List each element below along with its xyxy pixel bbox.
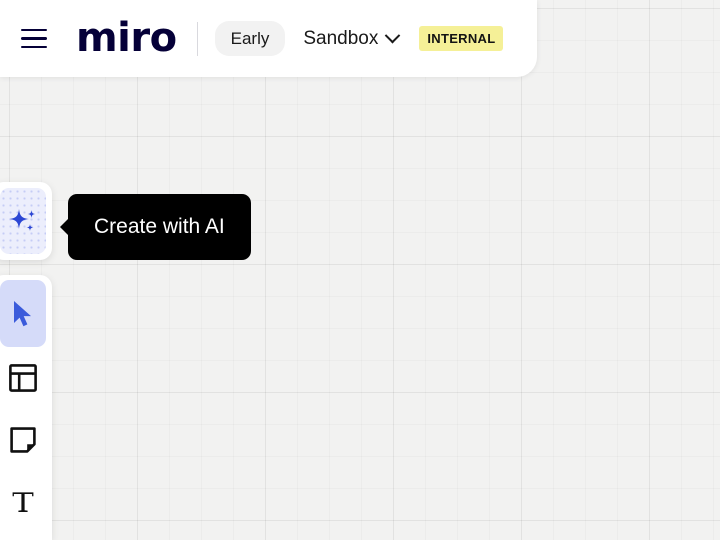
hamburger-bar: [21, 37, 47, 40]
tool-templates[interactable]: [0, 347, 46, 409]
tool-sticky-note[interactable]: [0, 409, 46, 471]
header-divider: [196, 21, 198, 56]
main-toolbar: [0, 275, 52, 540]
miro-logo[interactable]: miro: [76, 18, 177, 58]
template-layout-icon: [9, 364, 37, 392]
ai-sparkle-icon: [9, 209, 36, 231]
tool-select[interactable]: [0, 280, 46, 347]
board-canvas[interactable]: miro Early Sandbox INTERNAL Create with …: [0, 0, 720, 540]
create-with-ai-tooltip: Create with AI: [60, 194, 251, 260]
early-badge[interactable]: Early: [214, 21, 286, 56]
tool-text[interactable]: [0, 471, 46, 533]
project-selector[interactable]: Sandbox: [303, 27, 401, 50]
cursor-arrow-icon: [14, 300, 31, 326]
top-header-bar: miro Early Sandbox INTERNAL: [0, 0, 537, 77]
ai-tool-panel: [0, 182, 52, 260]
text-tool-icon: [12, 492, 34, 512]
sticky-note-icon: [10, 427, 36, 453]
hamburger-menu-icon[interactable]: [12, 17, 56, 61]
tooltip-label: Create with AI: [94, 215, 225, 238]
internal-badge[interactable]: INTERNAL: [419, 26, 504, 51]
chevron-down-icon: [385, 27, 401, 44]
hamburger-bar: [21, 45, 47, 49]
tooltip-arrow-icon: [60, 218, 69, 236]
project-name-label: Sandbox: [303, 27, 379, 49]
hamburger-bar: [21, 28, 47, 32]
create-with-ai-button[interactable]: [0, 188, 46, 254]
